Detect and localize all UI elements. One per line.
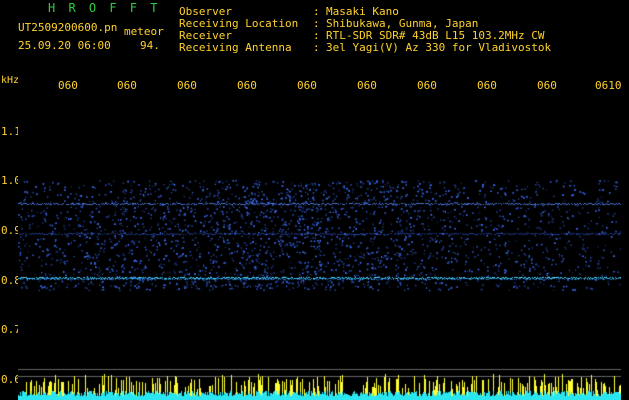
date-time: 25.09.20 06:00 — [18, 39, 111, 52]
meteor-count: 94. — [140, 39, 160, 52]
spectrogram-plot — [18, 90, 621, 400]
app-brand: H R O F F T — [48, 1, 161, 15]
antenna-value: 3el Yagi(V) Az 330 for Vladivostok — [326, 41, 552, 54]
file-name: UT2509200600.pn — [18, 21, 118, 34]
y-axis-unit: kHz — [1, 75, 20, 86]
antenna-label: Receiving Antenna — [179, 41, 292, 54]
event-tag: meteor — [124, 25, 164, 38]
separator: : — [313, 41, 320, 54]
